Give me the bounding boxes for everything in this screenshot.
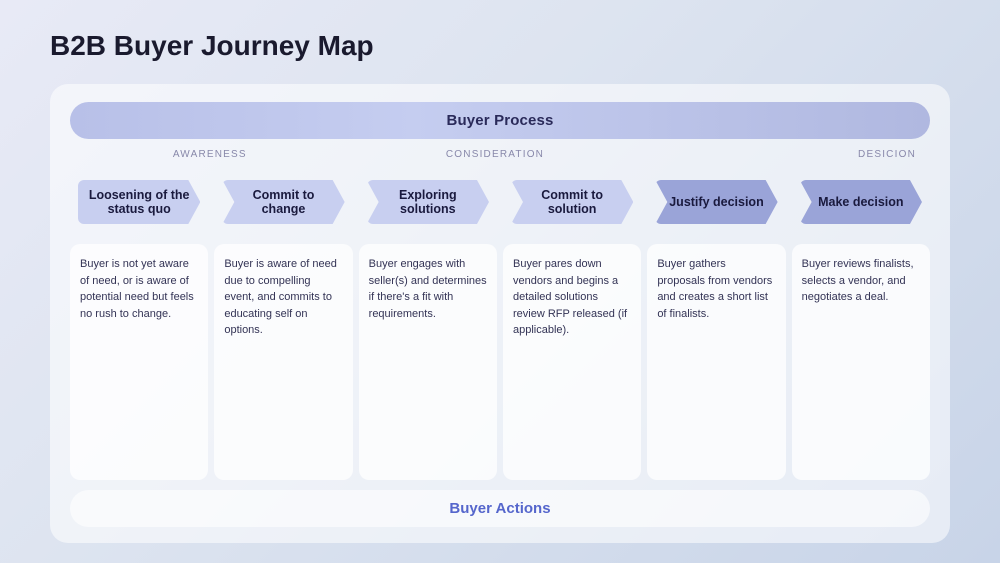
step-header-justify: Justify decision	[647, 170, 785, 234]
stage-labels-row: AWARENESS CONSIDERATION DESICION	[70, 149, 930, 160]
step-header-loosening: Loosening of the status quo	[70, 170, 208, 234]
step-header-inner-commit-change: Commit to change	[222, 180, 344, 224]
step-header-commit-change: Commit to change	[214, 170, 352, 234]
steps-header-row: Loosening of the status quo Commit to cha…	[70, 170, 930, 234]
step-header-inner-loosening: Loosening of the status quo	[78, 180, 200, 224]
desc-card-make-decision: Buyer reviews finalists, selects a vendo…	[792, 244, 930, 480]
desc-card-commit-change: Buyer is aware of need due to compelling…	[214, 244, 352, 480]
desc-cards-row: Buyer is not yet aware of need, or is aw…	[70, 244, 930, 480]
desc-card-loosening: Buyer is not yet aware of need, or is aw…	[70, 244, 208, 480]
main-card: Buyer Process AWARENESS CONSIDERATION DE…	[50, 84, 950, 543]
buyer-actions-banner: Buyer Actions	[70, 490, 930, 527]
desc-card-exploring: Buyer engages with seller(s) and determi…	[359, 244, 497, 480]
step-header-commit-solution: Commit to solution	[503, 170, 641, 234]
step-header-inner-commit-solution: Commit to solution	[511, 180, 633, 224]
desc-card-commit-solution: Buyer pares down vendors and begins a de…	[503, 244, 641, 480]
page-title: B2B Buyer Journey Map	[50, 30, 950, 62]
stage-awareness-label: AWARENESS	[74, 149, 346, 160]
step-header-inner-make-decision: Make decision	[800, 180, 922, 224]
step-header-inner-justify: Justify decision	[655, 180, 777, 224]
step-header-exploring: Exploring solutions	[359, 170, 497, 234]
step-header-inner-exploring: Exploring solutions	[367, 180, 489, 224]
buyer-process-banner: Buyer Process	[70, 102, 930, 139]
step-header-make-decision: Make decision	[792, 170, 930, 234]
desc-card-justify: Buyer gathers proposals from vendors and…	[647, 244, 785, 480]
stage-decision-label: DESICION	[644, 149, 926, 160]
stage-consideration-label: CONSIDERATION	[346, 149, 645, 160]
